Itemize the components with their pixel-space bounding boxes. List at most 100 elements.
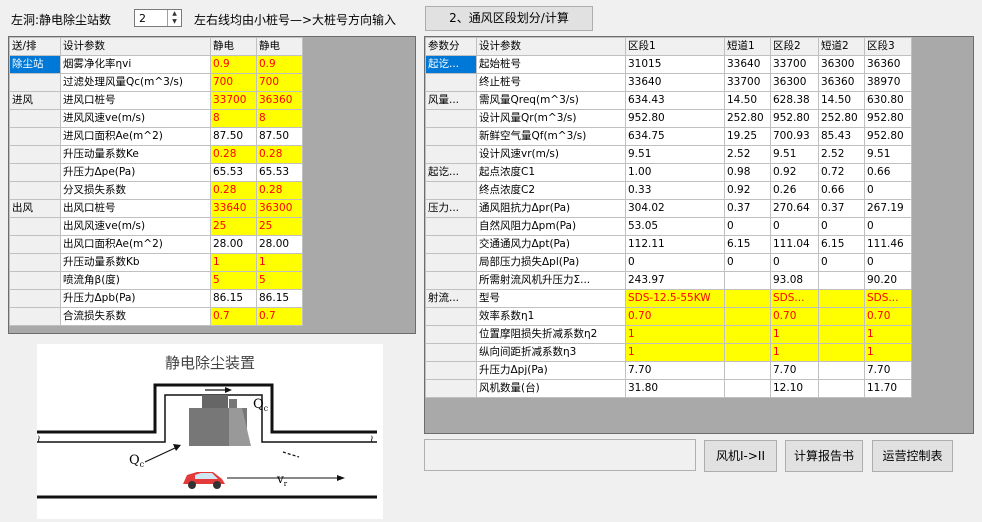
table-row[interactable]: 设计风速vr(m/s) 9.51 2.52 9.51 2.52 9.51 (425, 145, 912, 164)
value-cell[interactable]: 0 (864, 217, 912, 236)
value-cell[interactable]: 9.51 (770, 145, 819, 164)
row-group-cell[interactable] (425, 127, 477, 146)
value-cell[interactable]: 8 (210, 109, 257, 128)
column-header[interactable]: 区段2 (770, 37, 819, 56)
value-cell[interactable]: 1 (770, 325, 819, 344)
table-row[interactable]: 合流损失系数 0.7 0.7 (9, 307, 303, 326)
table-row[interactable]: 终点浓度C2 0.33 0.92 0.26 0.66 0 (425, 181, 912, 200)
row-group-cell[interactable] (425, 181, 477, 200)
row-group-cell[interactable]: 除尘站 (9, 55, 61, 74)
value-cell[interactable]: 0 (864, 253, 912, 272)
value-cell[interactable] (724, 271, 771, 290)
table-row[interactable]: 过滤处理风量Qc(m^3/s) 700 700 (9, 73, 303, 92)
value-cell[interactable]: SDS... (864, 289, 912, 308)
value-cell[interactable]: 25 (256, 217, 303, 236)
param-name-cell[interactable]: 升压力Δpb(Pa) (60, 289, 211, 308)
table-row[interactable]: 分叉损失系数 0.28 0.28 (9, 181, 303, 200)
spin-up-icon[interactable]: ▲ (168, 10, 181, 18)
value-cell[interactable] (724, 379, 771, 398)
value-cell[interactable]: 25 (210, 217, 257, 236)
value-cell[interactable]: 6.15 (724, 235, 771, 254)
value-cell[interactable]: 7.70 (625, 361, 725, 380)
value-cell[interactable]: 952.80 (625, 109, 725, 128)
table-row[interactable]: 交通通风力Δpt(Pa) 112.11 6.15 111.04 6.15 111.46 (425, 235, 912, 254)
table-row[interactable]: 位置摩阻损失折减系数η2 1 1 1 (425, 325, 912, 344)
row-group-cell[interactable] (9, 109, 61, 128)
value-cell[interactable]: 952.80 (770, 109, 819, 128)
value-cell[interactable]: 0.28 (210, 145, 257, 164)
value-cell[interactable]: 65.53 (210, 163, 257, 182)
column-header[interactable]: 设计参数 (60, 37, 211, 56)
value-cell[interactable]: 1 (625, 325, 725, 344)
value-cell[interactable]: 19.25 (724, 127, 771, 146)
value-cell[interactable]: 0.37 (818, 199, 865, 218)
row-group-cell[interactable]: 射流... (425, 289, 477, 308)
row-group-cell[interactable]: 风量... (425, 91, 477, 110)
param-name-cell[interactable]: 出风口桩号 (60, 199, 211, 218)
row-group-cell[interactable] (9, 289, 61, 308)
param-name-cell[interactable]: 过滤处理风量Qc(m^3/s) (60, 73, 211, 92)
value-cell[interactable] (724, 325, 771, 344)
row-group-cell[interactable] (425, 307, 477, 326)
value-cell[interactable]: 0 (864, 181, 912, 200)
value-cell[interactable]: 0 (625, 253, 725, 272)
column-header[interactable]: 静电 (210, 37, 257, 56)
param-name-cell[interactable]: 需风量Qreq(m^3/s) (476, 91, 626, 110)
value-cell[interactable] (724, 307, 771, 326)
value-cell[interactable]: 87.50 (210, 127, 257, 146)
value-cell[interactable]: 112.11 (625, 235, 725, 254)
segment-result-grid[interactable]: 参数分 设计参数 区段1 短道1 区段2 短道2 区段3 起讫... 起始桩号 31015 3364… (424, 36, 974, 434)
value-cell[interactable]: 53.05 (625, 217, 725, 236)
table-row[interactable]: 起讫... 起点浓度C1 1.00 0.98 0.92 0.72 0.66 (425, 163, 912, 182)
row-group-cell[interactable]: 进风 (9, 91, 61, 110)
column-header[interactable]: 参数分 (425, 37, 477, 56)
value-cell[interactable]: SDS-12.5-55KW (625, 289, 725, 308)
value-cell[interactable]: 90.20 (864, 271, 912, 290)
value-cell[interactable]: 93.08 (770, 271, 819, 290)
segment-calc-button[interactable]: 2、通风区段划分/计算 (425, 6, 593, 31)
value-cell[interactable]: 0.70 (625, 307, 725, 326)
row-group-cell[interactable]: 出风 (9, 199, 61, 218)
param-name-cell[interactable]: 起始桩号 (476, 55, 626, 74)
value-cell[interactable]: 1 (770, 343, 819, 362)
value-cell[interactable]: 31.80 (625, 379, 725, 398)
value-cell[interactable]: 0 (724, 253, 771, 272)
row-group-cell[interactable] (9, 271, 61, 290)
param-name-cell[interactable]: 起点浓度C1 (476, 163, 626, 182)
row-group-cell[interactable] (9, 181, 61, 200)
param-name-cell[interactable]: 纵向间距折减系数η3 (476, 343, 626, 362)
value-cell[interactable]: 0.9 (256, 55, 303, 74)
value-cell[interactable]: 28.00 (210, 235, 257, 254)
value-cell[interactable]: 634.75 (625, 127, 725, 146)
value-cell[interactable]: 33700 (210, 91, 257, 110)
param-name-cell[interactable]: 终止桩号 (476, 73, 626, 92)
row-group-cell[interactable] (425, 73, 477, 92)
param-name-cell[interactable]: 局部压力损失Δpl(Pa) (476, 253, 626, 272)
value-cell[interactable]: 33700 (770, 55, 819, 74)
value-cell[interactable]: 5 (256, 271, 303, 290)
value-cell[interactable]: 0.7 (256, 307, 303, 326)
station-param-grid[interactable]: 送/排 设计参数 静电 静电 除尘站 烟雾净化率ηvi 0.9 0.9 过滤处理风量Qc(m^3… (8, 36, 416, 334)
column-header[interactable]: 区段1 (625, 37, 725, 56)
row-group-cell[interactable] (9, 217, 61, 236)
table-row[interactable]: 新鲜空气量Qf(m^3/s) 634.75 19.25 700.93 85.43 952.… (425, 127, 912, 146)
value-cell[interactable]: 0.70 (864, 307, 912, 326)
row-group-cell[interactable] (425, 271, 477, 290)
row-group-cell[interactable] (425, 343, 477, 362)
value-cell[interactable]: 14.50 (818, 91, 865, 110)
value-cell[interactable]: 0.33 (625, 181, 725, 200)
value-cell[interactable]: 634.43 (625, 91, 725, 110)
value-cell[interactable]: 36360 (256, 91, 303, 110)
value-cell[interactable] (818, 361, 865, 380)
value-cell[interactable]: 14.50 (724, 91, 771, 110)
table-row[interactable]: 纵向间距折减系数η3 1 1 1 (425, 343, 912, 362)
row-group-cell[interactable] (425, 145, 477, 164)
value-cell[interactable]: 630.80 (864, 91, 912, 110)
value-cell[interactable]: 0.28 (256, 145, 303, 164)
param-name-cell[interactable]: 升压动量系数Ke (60, 145, 211, 164)
value-cell[interactable]: 0.98 (724, 163, 771, 182)
value-cell[interactable]: 6.15 (818, 235, 865, 254)
row-group-cell[interactable]: 起讫... (425, 163, 477, 182)
value-cell[interactable]: 33640 (210, 199, 257, 218)
param-name-cell[interactable]: 设计风量Qr(m^3/s) (476, 109, 626, 128)
